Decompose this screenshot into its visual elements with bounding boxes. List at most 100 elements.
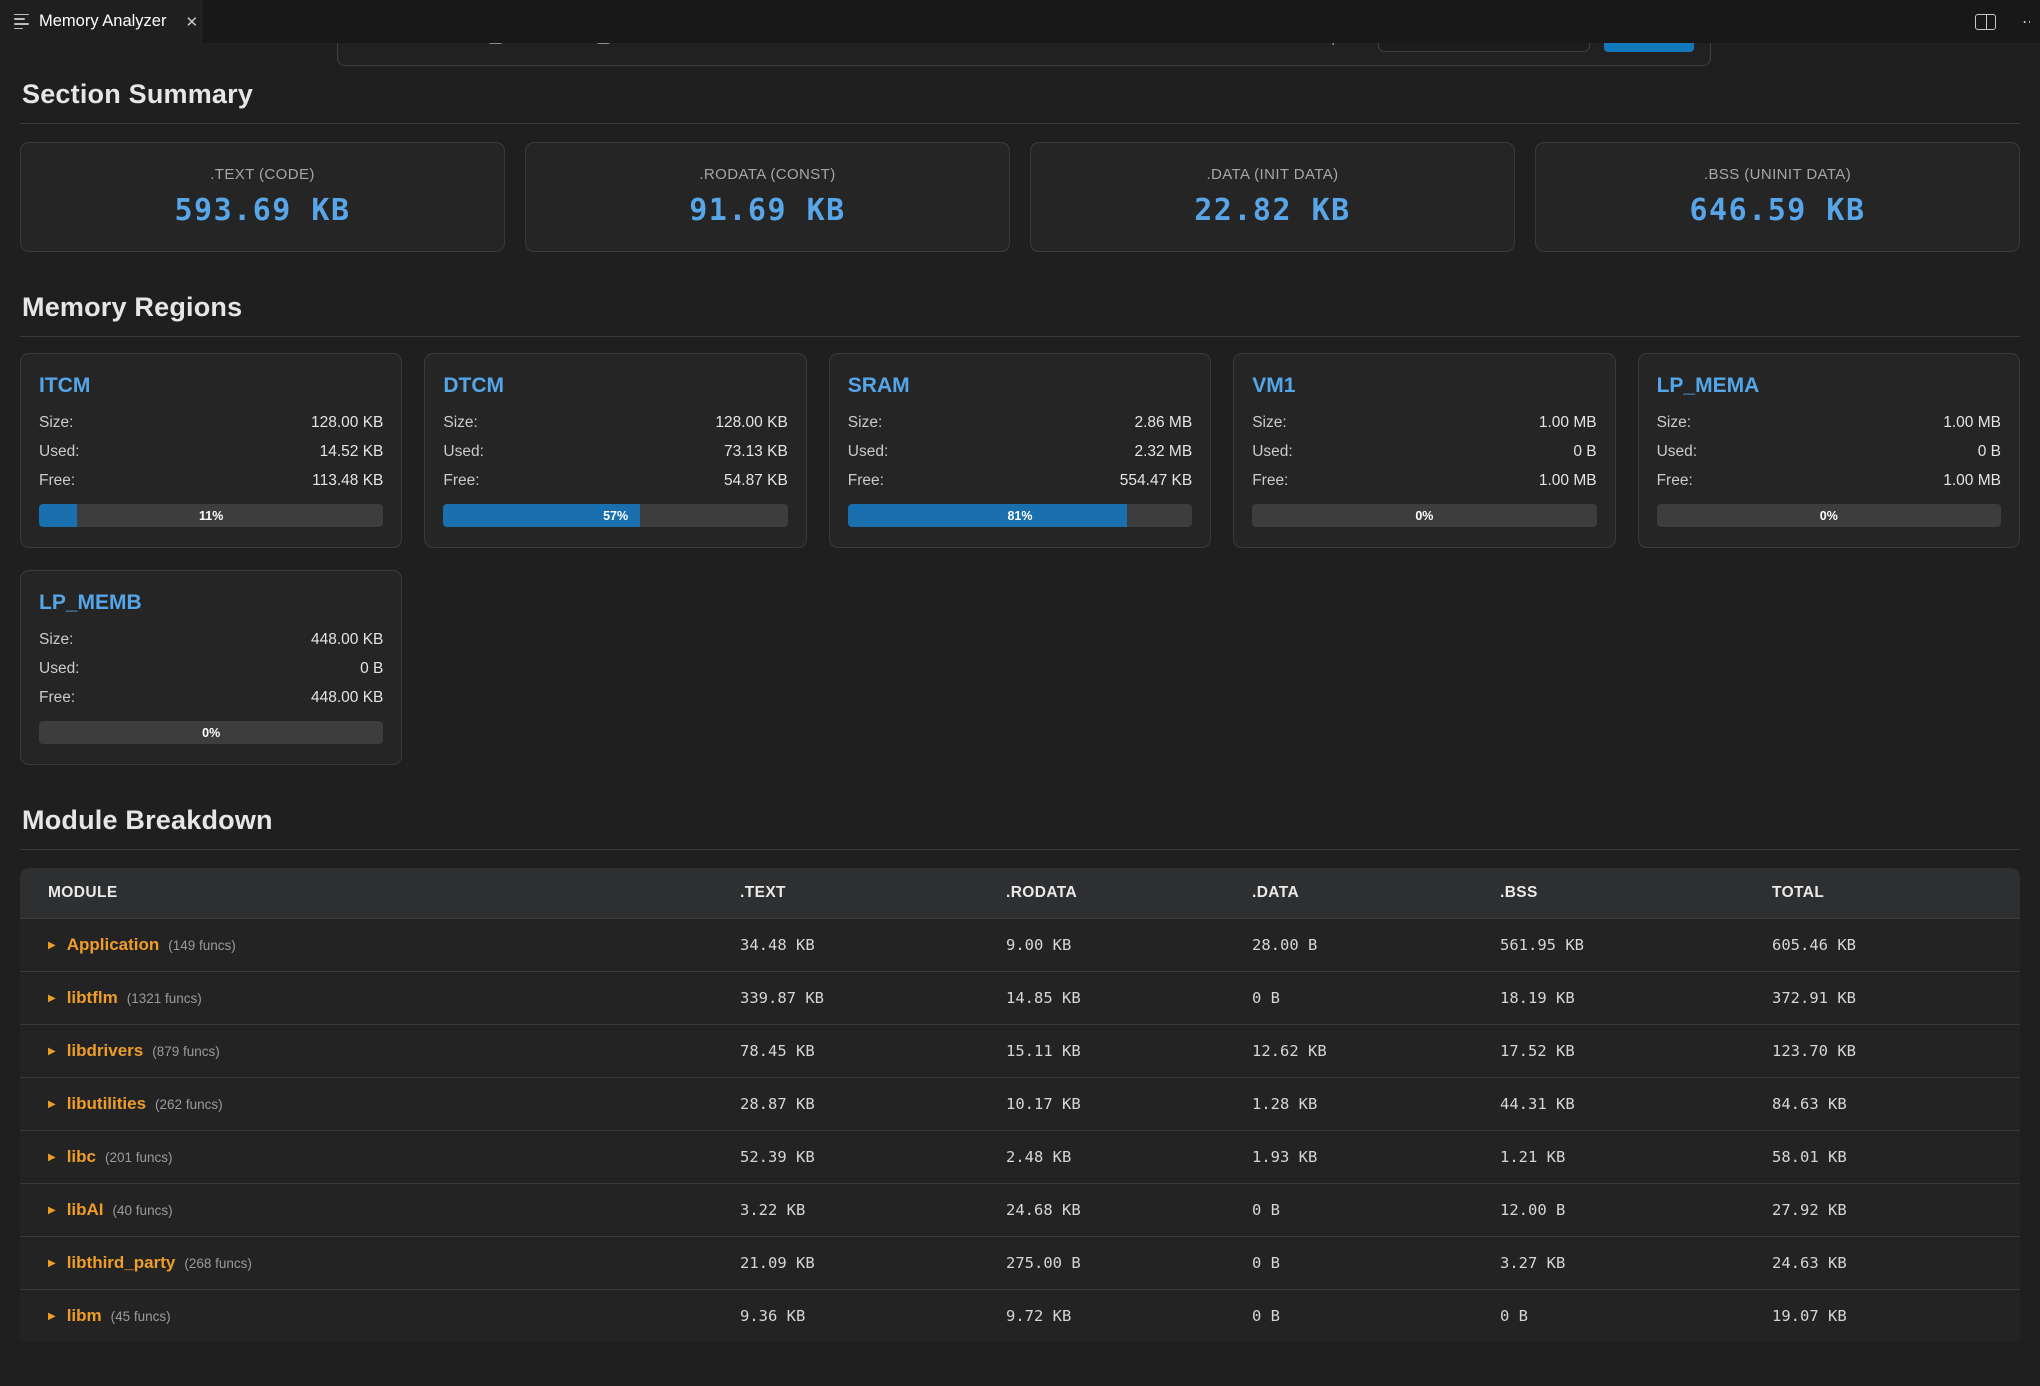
text-size-cell: 9.36 KB xyxy=(740,1307,1006,1325)
summary-card-data: .DATA (INIT DATA) 22.82 KB xyxy=(1030,142,1515,252)
bss-size-cell: 12.00 B xyxy=(1500,1201,1772,1219)
summary-card-label: .BSS (UNINIT DATA) xyxy=(1704,166,1851,183)
module-name: libtflm xyxy=(67,988,118,1008)
data-size-cell: 1.28 KB xyxy=(1252,1095,1500,1113)
split-editor-icon[interactable] xyxy=(1975,14,1996,30)
size-label: Size: xyxy=(39,414,73,432)
used-label: Used: xyxy=(848,443,889,461)
data-size-cell: 0 B xyxy=(1252,1201,1500,1219)
usage-percent: 0% xyxy=(1252,504,1596,527)
free-value: 1.00 MB xyxy=(1539,472,1597,490)
region-name: DTCM xyxy=(443,374,787,398)
free-label: Free: xyxy=(39,689,75,707)
expand-arrow-icon[interactable]: ▶ xyxy=(48,940,56,951)
column-header-bss: .BSS xyxy=(1500,884,1772,902)
usage-bar: 0% xyxy=(1252,504,1596,527)
region-card-sram: SRAM Size:2.86 MB Used:2.32 MB Free:554.… xyxy=(829,353,1211,548)
data-size-cell: 1.93 KB xyxy=(1252,1148,1500,1166)
compiler-label: Compiler: xyxy=(1300,43,1364,46)
free-value: 554.47 KB xyxy=(1120,472,1192,490)
expand-arrow-icon[interactable]: ▶ xyxy=(48,1152,56,1163)
rodata-size-cell: 24.68 KB xyxy=(1006,1201,1252,1219)
free-value: 113.48 KB xyxy=(312,472,383,490)
free-label: Free: xyxy=(39,472,75,490)
text-size-cell: 28.87 KB xyxy=(740,1095,1006,1113)
rodata-size-cell: 275.00 B xyxy=(1006,1254,1252,1272)
close-tab-icon[interactable]: ✕ xyxy=(182,11,201,33)
module-func-count: (40 funcs) xyxy=(113,1203,173,1218)
size-label: Size: xyxy=(39,631,73,649)
used-label: Used: xyxy=(443,443,484,461)
rodata-size-cell: 14.85 KB xyxy=(1006,989,1252,1007)
column-header-rodata: .RODATA xyxy=(1006,884,1252,902)
used-value: 0 B xyxy=(1978,443,2001,461)
expand-arrow-icon[interactable]: ▶ xyxy=(48,1205,56,1216)
region-name: LP_MEMB xyxy=(39,591,383,615)
used-value: 73.13 KB xyxy=(724,443,788,461)
region-name: LP_MEMA xyxy=(1657,374,2001,398)
text-size-cell: 34.48 KB xyxy=(740,936,1006,954)
table-row[interactable]: ▶ libtflm (1321 funcs) 339.87 KB 14.85 K… xyxy=(20,971,2020,1024)
expand-arrow-icon[interactable]: ▶ xyxy=(48,993,56,1004)
text-size-cell: 3.22 KB xyxy=(740,1201,1006,1219)
region-card-dtcm: DTCM Size:128.00 KB Used:73.13 KB Free:5… xyxy=(424,353,806,548)
analysis-toolbar: Compiler: xyxy=(337,43,1711,66)
region-card-lp-mema: LP_MEMA Size:1.00 MB Used:0 B Free:1.00 … xyxy=(1638,353,2020,548)
section-summary-cards: .TEXT (CODE) 593.69 KB .RODATA (CONST) 9… xyxy=(20,142,2020,252)
rodata-size-cell: 9.00 KB xyxy=(1006,936,1252,954)
text-size-cell: 78.45 KB xyxy=(740,1042,1006,1060)
table-row[interactable]: ▶ libm (45 funcs) 9.36 KB 9.72 KB 0 B 0 … xyxy=(20,1289,2020,1342)
used-value: 0 B xyxy=(360,660,383,678)
size-label: Size: xyxy=(848,414,882,432)
rodata-size-cell: 2.48 KB xyxy=(1006,1148,1252,1166)
summary-card-value: 22.82 KB xyxy=(1194,193,1351,228)
used-label: Used: xyxy=(1252,443,1293,461)
data-size-cell: 12.62 KB xyxy=(1252,1042,1500,1060)
table-row[interactable]: ▶ libthird_party (268 funcs) 21.09 KB 27… xyxy=(20,1236,2020,1289)
expand-arrow-icon[interactable]: ▶ xyxy=(48,1099,56,1110)
module-func-count: (45 funcs) xyxy=(111,1309,171,1324)
memory-analyzer-page: Section Summary .TEXT (CODE) 593.69 KB .… xyxy=(0,79,2040,1342)
table-row[interactable]: ▶ Application (149 funcs) 34.48 KB 9.00 … xyxy=(20,918,2020,971)
used-label: Used: xyxy=(39,660,80,678)
total-size-cell: 605.46 KB xyxy=(1772,936,2020,954)
usage-bar: 11% xyxy=(39,504,383,527)
free-label: Free: xyxy=(1657,472,1693,490)
expand-arrow-icon[interactable]: ▶ xyxy=(48,1258,56,1269)
module-name: libm xyxy=(67,1306,102,1326)
checkbox-icon[interactable] xyxy=(596,43,611,44)
memory-regions-heading: Memory Regions xyxy=(20,292,2020,337)
expand-arrow-icon[interactable]: ▶ xyxy=(48,1311,56,1322)
compiler-dropdown[interactable] xyxy=(1378,43,1590,52)
text-size-cell: 21.09 KB xyxy=(740,1254,1006,1272)
more-actions-icon[interactable]: ⋯ xyxy=(2022,12,2030,32)
usage-percent: 57% xyxy=(443,504,787,527)
memory-region-cards: ITCM Size:128.00 KB Used:14.52 KB Free:1… xyxy=(20,353,2020,765)
expand-arrow-icon[interactable]: ▶ xyxy=(48,1046,56,1057)
usage-bar: 0% xyxy=(1657,504,2001,527)
used-value: 2.32 MB xyxy=(1134,443,1192,461)
usage-percent: 81% xyxy=(848,504,1192,527)
analyze-button[interactable] xyxy=(1604,43,1694,52)
free-label: Free: xyxy=(443,472,479,490)
checkbox-icon[interactable] xyxy=(488,43,503,44)
summary-card-bss: .BSS (UNINIT DATA) 646.59 KB xyxy=(1535,142,2020,252)
data-size-cell: 0 B xyxy=(1252,1254,1500,1272)
region-name: ITCM xyxy=(39,374,383,398)
used-label: Used: xyxy=(1657,443,1698,461)
editor-actions: ⋯ xyxy=(1975,0,2040,43)
module-name: libAI xyxy=(67,1200,104,1220)
size-label: Size: xyxy=(443,414,477,432)
module-func-count: (149 funcs) xyxy=(168,938,236,953)
table-row[interactable]: ▶ libc (201 funcs) 52.39 KB 2.48 KB 1.93… xyxy=(20,1130,2020,1183)
module-func-count: (879 funcs) xyxy=(152,1044,220,1059)
free-value: 54.87 KB xyxy=(724,472,788,490)
table-row[interactable]: ▶ libAI (40 funcs) 3.22 KB 24.68 KB 0 B … xyxy=(20,1183,2020,1236)
tab-memory-analyzer[interactable]: Memory Analyzer ✕ xyxy=(0,0,202,43)
table-row[interactable]: ▶ libutilities (262 funcs) 28.87 KB 10.1… xyxy=(20,1077,2020,1130)
data-size-cell: 28.00 B xyxy=(1252,936,1500,954)
column-header-module: MODULE xyxy=(20,884,740,902)
table-row[interactable]: ▶ libdrivers (879 funcs) 78.45 KB 15.11 … xyxy=(20,1024,2020,1077)
bss-size-cell: 0 B xyxy=(1500,1307,1772,1325)
used-label: Used: xyxy=(39,443,80,461)
